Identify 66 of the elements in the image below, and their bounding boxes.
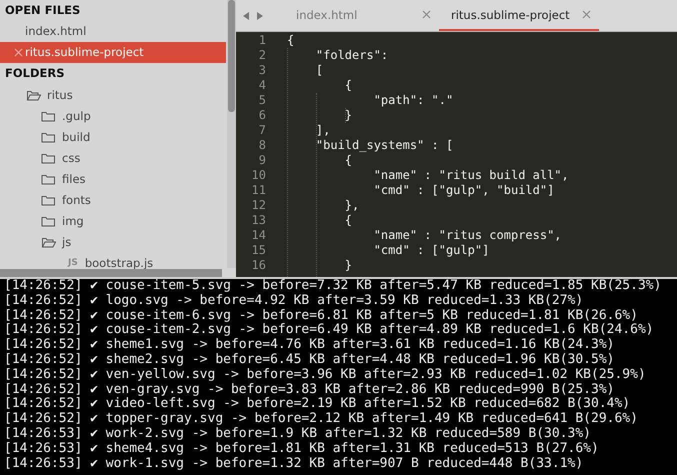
folder-name[interactable]: build (62, 130, 90, 144)
scrollbar[interactable] (0, 269, 222, 277)
line-number: 3 (258, 63, 266, 78)
code-line: { (287, 33, 294, 48)
code-line: }, (344, 198, 360, 213)
line-number: 13 (250, 213, 266, 228)
folder-name[interactable]: img (62, 214, 84, 228)
console-line: [14:26:53] ✔ work-1.svg -> before=1.32 KB after=907 B reduced=448 B(33.1%) (4, 456, 584, 472)
code-line: { (344, 153, 352, 168)
file-tab[interactable]: ritus.sublime-project (439, 0, 599, 31)
console-line: [14:26:52] ✔ ven-yellow.svg -> before=3.96 KB after=2.93 KB reduced=1.02 KB(25.9%) (4, 368, 647, 383)
folder-name[interactable]: .gulp (62, 108, 91, 122)
console-line: [14:26:52] ✔ couse-item-5.svg -> before=7.32 KB after=5.47 KB reduced=1.85 KB(25.3%) (4, 279, 662, 294)
line-number: 9 (258, 153, 266, 168)
close-icon[interactable] (582, 10, 591, 19)
code-line: ], (314, 123, 330, 138)
folder-name[interactable]: ritus (47, 88, 73, 102)
console-line: [14:26:52] ✔ ven-gray.svg -> before=3.83 KB after=2.86 KB reduced=990 B(25.3%) (4, 382, 616, 397)
folder-name[interactable]: css (62, 150, 80, 164)
code-line: "folders": (314, 48, 388, 63)
code-line: { (344, 213, 352, 228)
tab-nav-arrows-icon[interactable] (242, 10, 264, 20)
console-line: [14:26:53] ✔ work-2.svg -> before=1.9 KB after=1.32 KB reduced=589 B(30.3%) (4, 426, 592, 442)
folder-name[interactable]: js (62, 234, 72, 248)
code-line: } (344, 258, 352, 273)
close-icon[interactable] (422, 10, 431, 19)
console-line: [14:26:52] ✔ sheme2.svg -> before=6.45 KB after=4.48 KB reduced=1.96 KB(30.5%) (4, 352, 616, 368)
console-line: [14:26:52] ✔ logo.svg -> before=4.92 KB after=3.59 KB reduced=1.33 KB(27%) (4, 294, 584, 309)
code-line: "cmd" : ["gulp", "build"] (372, 183, 554, 198)
console-line: [14:26:52] ✔ video-left.svg -> before=2.19 KB after=1.52 KB reduced=682 B(30.4%) (4, 397, 632, 412)
open-file-item[interactable]: ritus.sublime-project (0, 42, 226, 63)
line-number: 6 (258, 108, 266, 123)
code-line: [ (314, 63, 324, 78)
code-line: "name" : "ritus build all", (372, 168, 569, 183)
folder-name[interactable]: fonts (62, 192, 91, 206)
line-number: 7 (258, 123, 266, 138)
line-number: 11 (250, 183, 266, 198)
console-line: [14:26:52] ✔ couse-item-2.svg -> before=6.49 KB after=4.89 KB reduced=1.6 KB(24.6%) (4, 323, 655, 338)
scrollbar[interactable] (227, 0, 236, 268)
console-line: [14:26:52] ✔ topper-gray.svg -> before=2.12 KB after=1.49 KB reduced=641 B(29.6%) (4, 412, 639, 427)
section-header: FOLDERS (4, 65, 66, 82)
code-line: } (344, 108, 352, 123)
code-line: "cmd" : ["gulp"] (372, 243, 490, 258)
line-number: 16 (250, 258, 266, 273)
code-line: { (344, 78, 352, 93)
line-number: 1 (258, 33, 266, 48)
line-number: 5 (258, 93, 266, 108)
console-line: [14:26:52] ✔ couse-item-6.svg -> before=6.81 KB after=5 KB reduced=1.81 KB(26.6%) (4, 308, 639, 323)
folder-name[interactable]: files (62, 172, 86, 186)
line-number: 14 (250, 228, 266, 243)
console-line: [14:26:52] ✔ sheme1.svg -> before=4.76 KB after=3.61 KB reduced=1.16 KB(24.3%) (4, 338, 616, 353)
code-line: "name" : "ritus compress", (372, 228, 562, 243)
file-type-icon: JS (68, 258, 78, 268)
code-line: "build_systems" : [ (314, 138, 454, 153)
console-line: [14:26:53] ✔ sheme4.svg -> before=1.81 KB after=1.31 KB reduced=513 B(27.6%) (4, 442, 600, 457)
line-number: 15 (250, 243, 266, 258)
open-file-item[interactable]: index.html (0, 21, 226, 42)
section-header: OPEN FILES (4, 2, 82, 19)
close-icon[interactable] (14, 48, 23, 57)
line-number: 10 (250, 168, 266, 183)
line-number: 4 (258, 78, 266, 93)
code-line: "path": "." (372, 93, 454, 108)
file-name[interactable]: bootstrap.js (84, 256, 154, 270)
line-number: 12 (250, 198, 266, 213)
line-number: 2 (258, 48, 266, 63)
line-number: 8 (258, 138, 266, 153)
